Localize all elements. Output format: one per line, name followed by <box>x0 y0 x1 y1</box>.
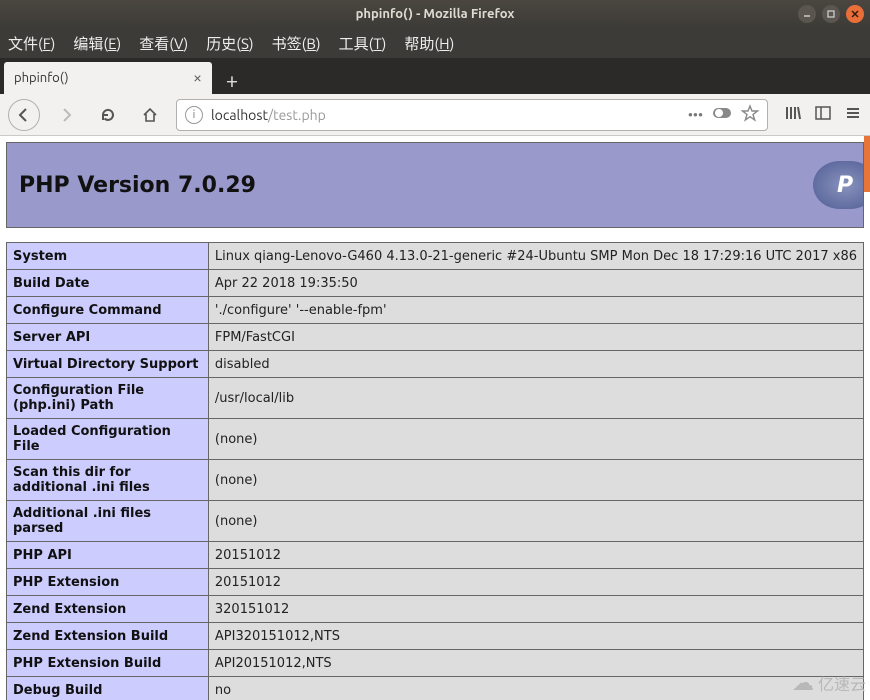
library-icon[interactable] <box>784 104 802 126</box>
php-logo: P <box>813 161 864 209</box>
table-value: /usr/local/lib <box>208 378 863 419</box>
table-value: disabled <box>208 351 863 378</box>
table-row: Server APIFPM/FastCGI <box>7 324 864 351</box>
table-value: './configure' '--enable-fpm' <box>208 297 863 324</box>
window-minimize-button[interactable] <box>798 5 816 23</box>
window-controls <box>798 5 864 23</box>
table-key: Additional .ini files parsed <box>7 501 209 542</box>
table-row: Loaded Configuration File(none) <box>7 419 864 460</box>
table-value: no <box>208 677 863 700</box>
table-row: PHP Extension20151012 <box>7 569 864 596</box>
table-key: Zend Extension Build <box>7 623 209 650</box>
toolbar-right <box>778 104 862 126</box>
table-value: 320151012 <box>208 596 863 623</box>
back-button[interactable] <box>8 99 40 131</box>
table-key: Build Date <box>7 270 209 297</box>
table-value: (none) <box>208 501 863 542</box>
menu-edit[interactable]: 编辑(E) <box>73 33 121 54</box>
url-bar[interactable]: i localhost/test.php ••• <box>176 99 768 131</box>
browser-toolbar: i localhost/test.php ••• <box>0 94 870 136</box>
reload-button[interactable] <box>92 99 124 131</box>
hamburger-menu-icon[interactable] <box>844 104 862 126</box>
table-row: Zend Extension320151012 <box>7 596 864 623</box>
url-path: /test.php <box>268 107 326 123</box>
page-viewport: PHP Version 7.0.29 P SystemLinux qiang-L… <box>0 136 870 700</box>
table-row: SystemLinux qiang-Lenovo-G460 4.13.0-21-… <box>7 243 864 270</box>
reader-mode-icon[interactable] <box>713 106 731 123</box>
scrollbar-thumb[interactable] <box>864 136 870 192</box>
window-close-button[interactable] <box>846 5 864 23</box>
table-key: Debug Build <box>7 677 209 700</box>
table-row: Configuration File (php.ini) Path/usr/lo… <box>7 378 864 419</box>
menu-help[interactable]: 帮助(H) <box>404 33 454 54</box>
phpinfo-page: PHP Version 7.0.29 P SystemLinux qiang-L… <box>0 136 870 700</box>
table-row: Build DateApr 22 2018 19:35:50 <box>7 270 864 297</box>
table-key: System <box>7 243 209 270</box>
table-key: Scan this dir for additional .ini files <box>7 460 209 501</box>
table-key: Configure Command <box>7 297 209 324</box>
table-value: API20151012,NTS <box>208 650 863 677</box>
table-value: Apr 22 2018 19:35:50 <box>208 270 863 297</box>
table-row: Configure Command'./configure' '--enable… <box>7 297 864 324</box>
phpinfo-header: PHP Version 7.0.29 P <box>6 142 864 228</box>
table-value: (none) <box>208 419 863 460</box>
tab-title: phpinfo() <box>14 71 69 85</box>
menu-tools[interactable]: 工具(T) <box>339 33 387 54</box>
sidebar-icon[interactable] <box>814 104 832 126</box>
table-row: Additional .ini files parsed(none) <box>7 501 864 542</box>
table-row: Scan this dir for additional .ini files(… <box>7 460 864 501</box>
table-key: Server API <box>7 324 209 351</box>
table-key: PHP Extension <box>7 569 209 596</box>
table-value: API320151012,NTS <box>208 623 863 650</box>
table-value: 20151012 <box>208 542 863 569</box>
new-tab-button[interactable]: + <box>218 66 246 94</box>
menu-file[interactable]: 文件(F) <box>8 33 55 54</box>
site-info-icon[interactable]: i <box>185 106 203 124</box>
menu-bookmarks[interactable]: 书签(B) <box>272 33 321 54</box>
window-titlebar: phpinfo() - Mozilla Firefox <box>0 0 870 28</box>
forward-button[interactable] <box>50 99 82 131</box>
table-value: (none) <box>208 460 863 501</box>
menubar: 文件(F) 编辑(E) 查看(V) 历史(S) 书签(B) 工具(T) 帮助(H… <box>0 28 870 58</box>
menu-view[interactable]: 查看(V) <box>139 33 188 54</box>
table-row: Debug Buildno <box>7 677 864 700</box>
tab-strip: phpinfo() × + <box>0 58 870 94</box>
bookmark-star-icon[interactable] <box>741 104 759 125</box>
table-row: PHP Extension BuildAPI20151012,NTS <box>7 650 864 677</box>
table-row: PHP API20151012 <box>7 542 864 569</box>
url-host: localhost <box>211 107 268 123</box>
phpinfo-table: SystemLinux qiang-Lenovo-G460 4.13.0-21-… <box>6 242 864 700</box>
table-key: Virtual Directory Support <box>7 351 209 378</box>
table-value: FPM/FastCGI <box>208 324 863 351</box>
table-value: 20151012 <box>208 569 863 596</box>
table-value: Linux qiang-Lenovo-G460 4.13.0-21-generi… <box>208 243 863 270</box>
tab-active[interactable]: phpinfo() × <box>4 62 212 94</box>
table-key: Loaded Configuration File <box>7 419 209 460</box>
home-button[interactable] <box>134 99 166 131</box>
window-maximize-button[interactable] <box>822 5 840 23</box>
table-row: Zend Extension BuildAPI320151012,NTS <box>7 623 864 650</box>
window-title: phpinfo() - Mozilla Firefox <box>356 7 515 21</box>
table-key: Zend Extension <box>7 596 209 623</box>
table-key: PHP API <box>7 542 209 569</box>
table-key: PHP Extension Build <box>7 650 209 677</box>
tab-close-icon[interactable]: × <box>193 69 202 87</box>
php-version-title: PHP Version 7.0.29 <box>19 173 256 198</box>
menu-history[interactable]: 历史(S) <box>206 33 253 54</box>
table-key: Configuration File (php.ini) Path <box>7 378 209 419</box>
page-actions-icon[interactable]: ••• <box>688 107 703 123</box>
table-row: Virtual Directory Supportdisabled <box>7 351 864 378</box>
